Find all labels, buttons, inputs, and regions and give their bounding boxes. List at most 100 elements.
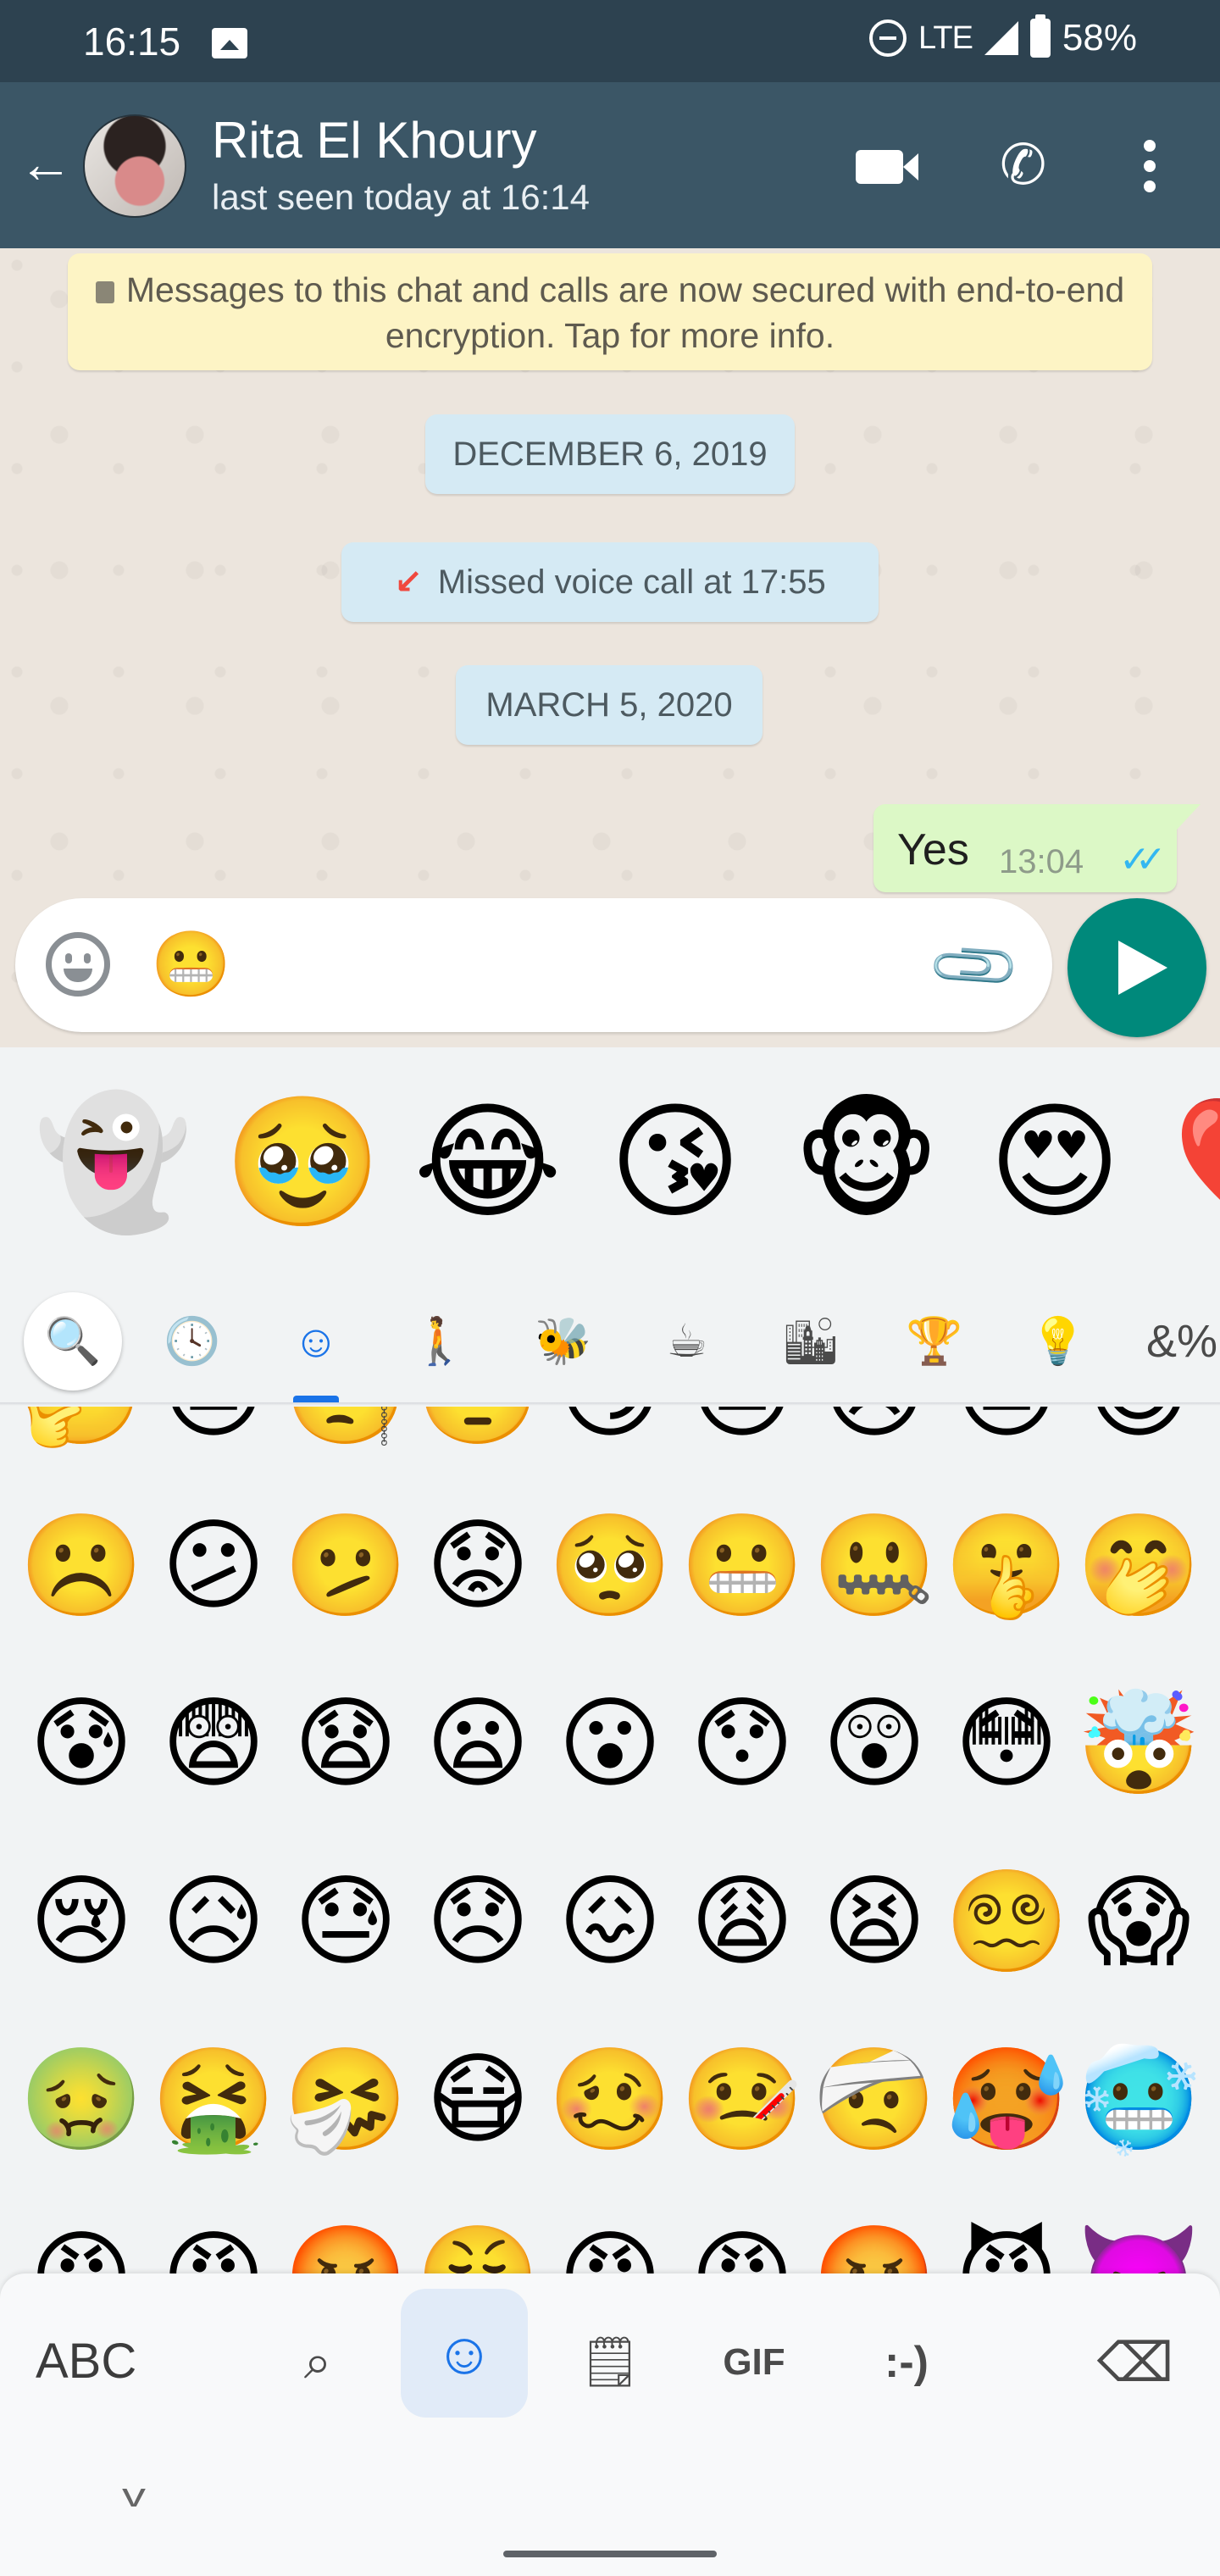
voice-call-icon[interactable]: ✆	[1000, 135, 1046, 194]
emoji-key[interactable]: 🤒	[676, 2045, 808, 2155]
emoji-key[interactable]: 🤬	[808, 2223, 940, 2279]
video-call-icon[interactable]	[856, 150, 918, 184]
emoji-key[interactable]: 😞	[412, 1867, 544, 1977]
emoji-key[interactable]: 😵‍💫	[940, 1867, 1073, 1977]
emoji-key[interactable]: 🤯	[1073, 1689, 1205, 1799]
navigation-handle[interactable]	[503, 2551, 717, 2557]
emoji-key[interactable]: 😮	[544, 1689, 676, 1799]
emoji-key[interactable]: 🫤	[280, 1511, 412, 1621]
category-people-icon[interactable]: 🚶	[378, 1299, 502, 1384]
category-symbols-icon[interactable]: &%	[1120, 1299, 1220, 1384]
emoji-key[interactable]: 😬	[676, 1511, 808, 1621]
emoji-key[interactable]: 🥵	[940, 2045, 1073, 2155]
emoji-key[interactable]: 😓	[280, 1867, 412, 1977]
suggested-emoji[interactable]: ❤️	[1173, 1090, 1220, 1234]
category-search-icon[interactable]: 🔍	[24, 1291, 122, 1391]
emoji-key[interactable]: 😫	[808, 1867, 940, 1977]
emoji-key[interactable]: 😈	[940, 2223, 1073, 2279]
encryption-notice[interactable]: Messages to this chat and calls are now …	[68, 253, 1152, 370]
divider	[0, 1402, 1220, 1406]
category-food-drink-icon[interactable]: ☕	[625, 1299, 749, 1384]
back-arrow-icon[interactable]: ←	[19, 136, 73, 191]
date-separator: MARCH 5, 2020	[456, 665, 762, 745]
outgoing-message[interactable]: Yes 13:04 ✓✓	[873, 804, 1201, 892]
emoji-key[interactable]: 😳	[940, 1689, 1073, 1799]
suggested-emoji[interactable]: 😍	[983, 1090, 1127, 1234]
emoji-key[interactable]: 😡	[15, 2223, 147, 2279]
message-text: Yes	[897, 825, 969, 874]
category-activities-icon[interactable]: 🏆	[873, 1299, 996, 1384]
keyboard-bottom-bar: ABC ⌕ ☺ 🗒 GIF :-) ⌫ v	[0, 2273, 1220, 2576]
emoji-grid-row: 😡 😠 🤬 😤 😡 😠 🤬 😈 👿	[0, 2223, 1220, 2279]
emoji-grid-row: 😰 😨 😧 😦 😮 😯 😲 😳 🤯	[0, 1689, 1220, 1799]
emoticon-tab-button[interactable]: :-)	[864, 2324, 949, 2401]
attach-icon[interactable]: 📎	[924, 916, 1026, 1018]
emoji-key[interactable]: 😧	[280, 1689, 412, 1799]
emoji-key[interactable]: ☹️	[15, 1511, 147, 1621]
emoji-key[interactable]: 🤫	[940, 1511, 1073, 1621]
emoji-key[interactable]: 🤭	[1073, 1511, 1205, 1621]
suggested-emoji[interactable]: 😘	[603, 1090, 747, 1234]
status-time: 16:15	[83, 19, 181, 64]
backspace-icon[interactable]: ⌫	[1093, 2324, 1178, 2401]
emoji-key[interactable]: 🤕	[808, 2045, 940, 2155]
sticker-tab-icon[interactable]: 🗒	[576, 2324, 644, 2401]
suggested-emoji[interactable]: 🐵	[793, 1090, 940, 1234]
category-animals-nature-icon[interactable]: 🐝	[502, 1299, 625, 1384]
emoji-key[interactable]: 🥺	[544, 1511, 676, 1621]
emoji-key[interactable]: 😠	[676, 2223, 808, 2279]
suggested-emoji[interactable]: 😂	[413, 1090, 562, 1234]
emoji-key[interactable]: 🤬	[280, 2223, 412, 2279]
contact-avatar[interactable]	[83, 114, 186, 218]
message-time: 13:04	[999, 843, 1084, 880]
emoji-key[interactable]: 😥	[147, 1867, 280, 1977]
contact-name[interactable]: Rita El Khoury	[212, 111, 537, 169]
emoji-key[interactable]: 😨	[147, 1689, 280, 1799]
more-options-icon[interactable]	[1144, 140, 1156, 201]
collapse-keyboard-icon[interactable]: v	[122, 2477, 146, 2515]
emoji-key[interactable]: 😷	[412, 2045, 544, 2155]
suggested-emoji[interactable]: 👻	[34, 1090, 192, 1234]
emoji-key[interactable]: 👿	[1073, 2223, 1205, 2279]
emoji-key[interactable]: 😩	[676, 1867, 808, 1977]
message-input-value[interactable]: 😬	[151, 929, 231, 1002]
category-smileys-icon[interactable]: ☺	[254, 1299, 378, 1402]
emoji-key[interactable]: 😤	[412, 2223, 544, 2279]
emoji-toggle-icon[interactable]	[46, 932, 110, 997]
signal-icon	[984, 21, 1018, 55]
do-not-disturb-icon	[869, 19, 907, 57]
emoji-key[interactable]: 🤢	[15, 2045, 147, 2155]
emoji-key[interactable]: 😠	[147, 2223, 280, 2279]
message-input[interactable]: 😬 📎	[15, 898, 1052, 1032]
suggested-emoji[interactable]: 🥹	[224, 1090, 382, 1234]
emoji-key[interactable]: 😕	[147, 1511, 280, 1621]
emoji-key[interactable]: 🤐	[808, 1511, 940, 1621]
emoji-key[interactable]: 😟	[412, 1511, 544, 1621]
chat-header: ← Rita El Khoury last seen today at 16:1…	[0, 82, 1220, 248]
emoji-key[interactable]: 😲	[808, 1689, 940, 1799]
emoji-key[interactable]: 😦	[412, 1689, 544, 1799]
emoji-key[interactable]: 😢	[15, 1867, 147, 1977]
lock-icon	[95, 281, 114, 303]
emoji-key[interactable]: 🥶	[1073, 2045, 1205, 2155]
send-button[interactable]	[1068, 898, 1206, 1037]
emoji-grid-row: 😢 😥 😓 😞 😖 😩 😫 😵‍💫 😱	[0, 1867, 1220, 1977]
emoji-key[interactable]: 😖	[544, 1867, 676, 1977]
emoji-key[interactable]: 🥴	[544, 2045, 676, 2155]
emoji-key[interactable]: 😡	[544, 2223, 676, 2279]
abc-keyboard-button[interactable]: ABC	[36, 2333, 136, 2390]
category-travel-places-icon[interactable]: 🏙	[749, 1299, 873, 1384]
emoji-key[interactable]: 🤮	[147, 2045, 280, 2155]
gif-tab-button[interactable]: GIF	[712, 2324, 796, 2401]
emoji-key[interactable]: 😯	[676, 1689, 808, 1799]
missed-call-notice[interactable]: ↙ Missed voice call at 17:55	[341, 542, 879, 622]
emoji-search-icon[interactable]: ⌕	[280, 2324, 356, 2401]
emoji-key[interactable]: 😰	[15, 1689, 147, 1799]
emoji-key[interactable]: 🤧	[280, 2045, 412, 2155]
emoji-grid: 🤔 😐 🧐 🙄 😏 😒 😣 😑 😌 ☹️ 😕 🫤 😟 🥺 😬 🤐 🤫 🤭 😰 😨 😧 😦 😮 😯 😲 😳 🤯 😢 😥 😓 😞 😖 😩 😫 😵‍💫 😱 🤢…	[0, 1407, 1220, 2279]
category-objects-icon[interactable]: 💡	[996, 1299, 1120, 1384]
missed-call-icon: ↙	[394, 564, 423, 601]
category-recent-icon[interactable]: 🕓	[130, 1299, 254, 1384]
emoji-key[interactable]: 😱	[1073, 1867, 1205, 1977]
emoji-tab-icon[interactable]: ☺	[401, 2289, 528, 2418]
